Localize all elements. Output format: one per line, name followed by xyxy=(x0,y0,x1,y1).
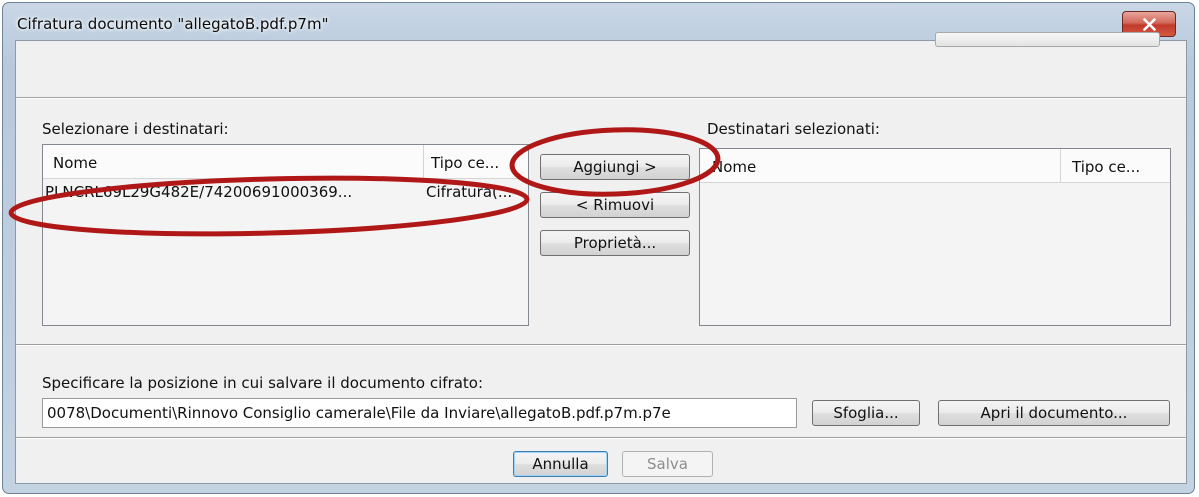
window-title: Cifratura documento "allegatoB.pdf.p7m" xyxy=(17,15,329,33)
available-recipients-list[interactable]: Nome Tipo ce... PLNCRL69L29G482E/7420069… xyxy=(42,144,529,326)
remove-button[interactable]: < Rimuovi xyxy=(540,192,690,218)
table-row[interactable]: PLNCRL69L29G482E/74200691000369... Cifra… xyxy=(43,179,528,205)
column-header-type[interactable]: Tipo ce... xyxy=(431,154,527,172)
save-location-label: Specificare la posizione in cui salvare … xyxy=(42,374,484,392)
cancel-button[interactable]: Annulla xyxy=(513,451,608,477)
browse-button[interactable]: Sfoglia... xyxy=(812,400,920,426)
list-header: Nome Tipo ce... xyxy=(700,149,1170,183)
column-header-type[interactable]: Tipo ce... xyxy=(1072,158,1168,176)
recipient-type-cell: Cifratura(... xyxy=(426,183,513,201)
bottom-separator xyxy=(16,437,1186,439)
recipients-label: Selezionare i destinatari: xyxy=(42,120,229,138)
progress-bar xyxy=(935,32,1160,47)
column-divider[interactable] xyxy=(1060,149,1061,183)
save-path-input[interactable] xyxy=(42,398,797,428)
middle-separator xyxy=(16,344,1186,346)
column-header-name[interactable]: Nome xyxy=(53,154,413,172)
column-divider[interactable] xyxy=(423,145,424,179)
list-header: Nome Tipo ce... xyxy=(43,145,528,179)
properties-button[interactable]: Proprietà... xyxy=(540,230,690,256)
add-button[interactable]: Aggiungi > xyxy=(540,154,690,180)
top-separator xyxy=(16,97,1186,99)
selected-recipients-label: Destinatari selezionati: xyxy=(707,120,880,138)
open-document-button[interactable]: Apri il documento... xyxy=(938,400,1170,426)
save-button[interactable]: Salva xyxy=(622,451,713,477)
close-icon xyxy=(1143,18,1156,31)
column-header-name[interactable]: Nome xyxy=(712,158,1052,176)
selected-recipients-list[interactable]: Nome Tipo ce... xyxy=(699,148,1171,326)
recipient-name-cell: PLNCRL69L29G482E/74200691000369... xyxy=(45,183,353,201)
